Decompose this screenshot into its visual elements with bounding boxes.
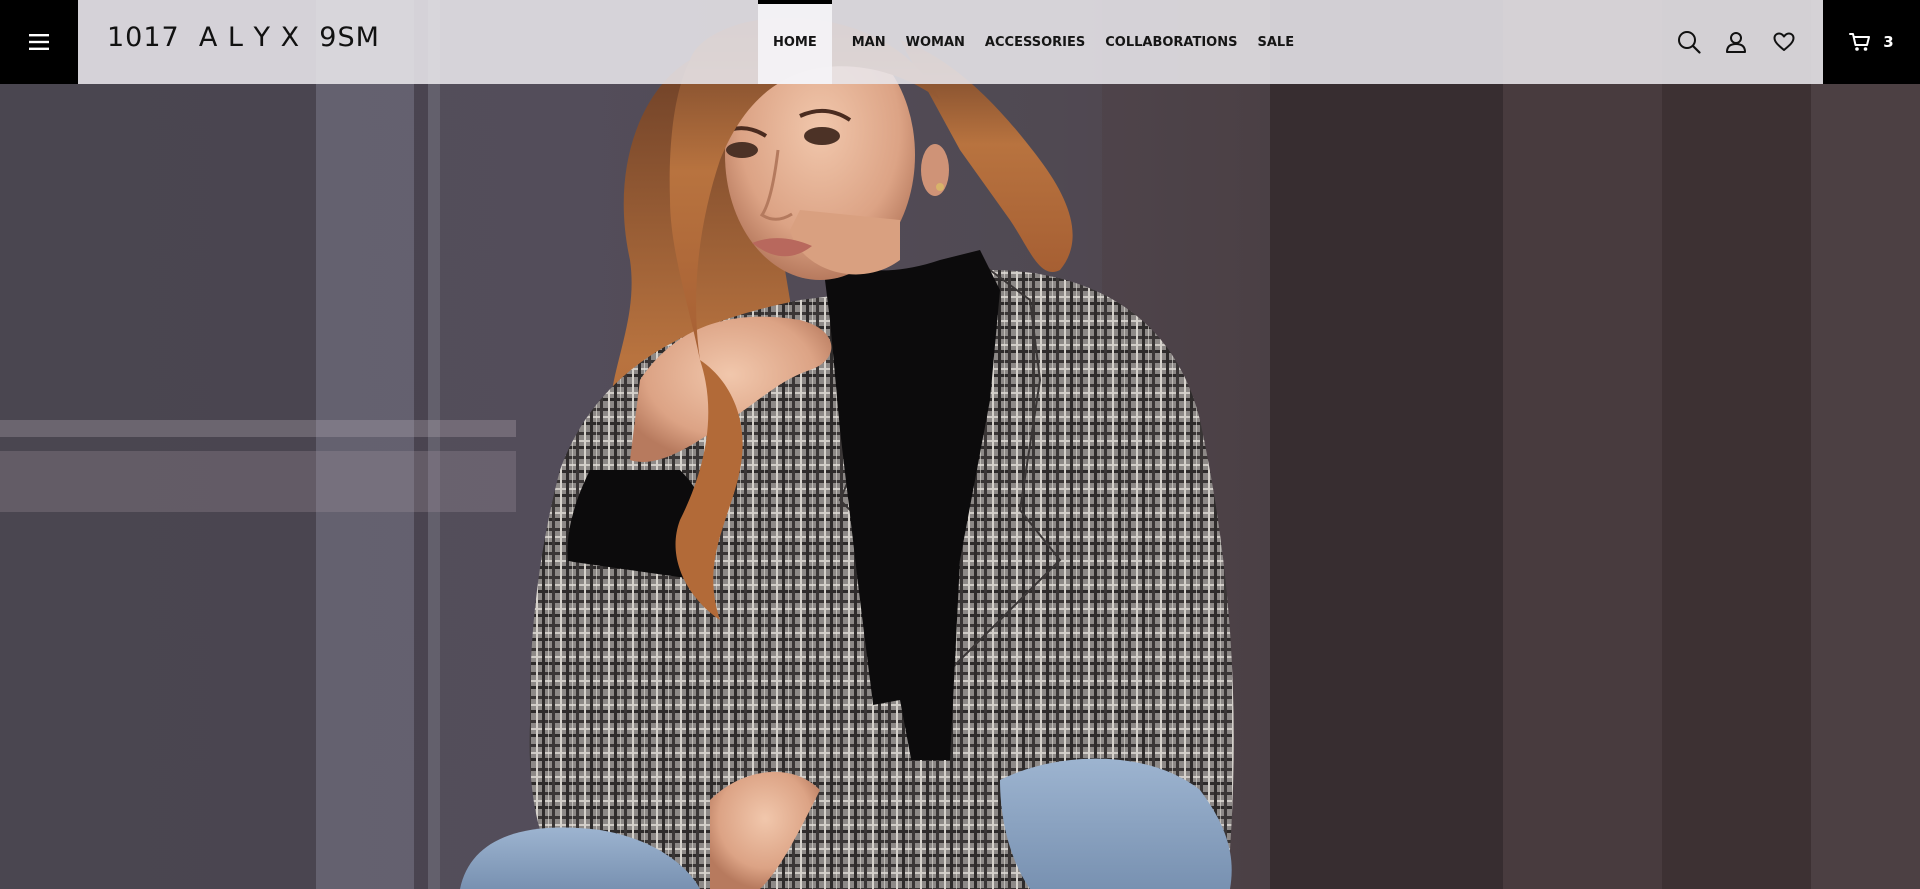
page: 1017 A L Y X 9SM HOME MAN WOMAN ACCESSOR… bbox=[0, 0, 1920, 889]
cart-count-badge: 3 bbox=[1883, 33, 1894, 51]
main-nav: HOME MAN WOMAN ACCESSORIES COLLABORATION… bbox=[758, 0, 1304, 84]
cart-button[interactable]: 3 bbox=[1823, 0, 1920, 84]
search-icon bbox=[1678, 31, 1701, 54]
menu-button[interactable] bbox=[0, 0, 78, 84]
wishlist-button[interactable] bbox=[1760, 0, 1808, 84]
user-icon bbox=[1726, 32, 1746, 53]
nav-item-home[interactable]: HOME bbox=[758, 0, 832, 84]
site-header: 1017 A L Y X 9SM HOME MAN WOMAN ACCESSOR… bbox=[0, 0, 1920, 84]
search-button[interactable] bbox=[1665, 0, 1713, 84]
nav-item-woman[interactable]: WOMAN bbox=[896, 0, 975, 84]
brand-logo[interactable]: 1017 A L Y X 9SM bbox=[107, 22, 380, 53]
hamburger-menu-icon bbox=[29, 34, 49, 50]
nav-item-collaborations[interactable]: COLLABORATIONS bbox=[1095, 0, 1247, 84]
nav-item-man[interactable]: MAN bbox=[842, 0, 896, 84]
hero-banner[interactable] bbox=[0, 0, 1920, 889]
nav-item-accessories[interactable]: ACCESSORIES bbox=[975, 0, 1095, 84]
account-button[interactable] bbox=[1712, 0, 1760, 84]
hero-model-image bbox=[460, 17, 1234, 889]
shopping-cart-icon bbox=[1849, 33, 1871, 51]
nav-item-sale[interactable]: SALE bbox=[1247, 0, 1304, 84]
heart-icon bbox=[1773, 32, 1795, 51]
